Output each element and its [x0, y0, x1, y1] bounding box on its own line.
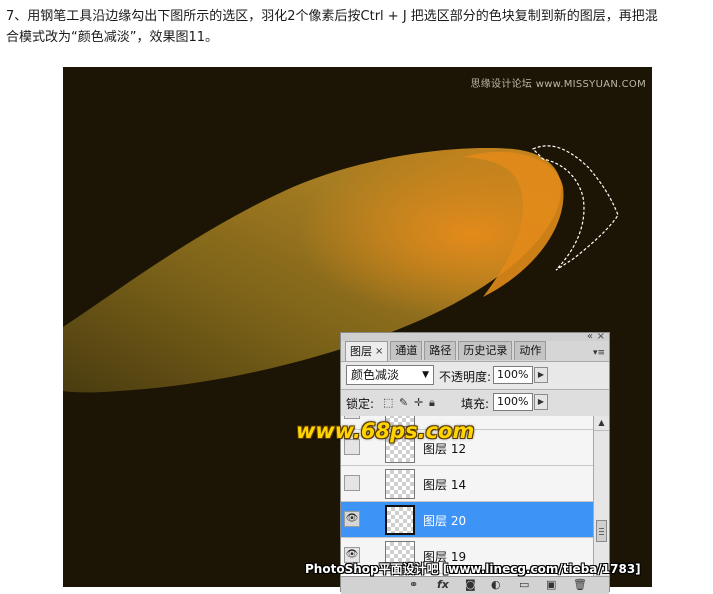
tab-layers[interactable]: 图层 × — [345, 341, 389, 361]
panel-bottom-toolbar: ⚭ fx ◙ ◐ ▭ ▣ 🗑︎ — [341, 576, 609, 594]
watermark-top-right: 思缘设计论坛 www.MISSYUAN.COM — [470, 79, 646, 90]
lock-fill-row: 锁定: ⬚ ✎ ✛ 🔒︎ 填充: 100% ▶ — [341, 389, 609, 417]
layer-thumbnail — [385, 469, 415, 499]
blend-opacity-row: 颜色减淡 ▼ 不透明度: 100% ▶ — [341, 361, 609, 390]
instruction-line-2: 合模式改为“颜色减淡”，效果图11。 — [6, 30, 219, 45]
fill-label: 填充: — [461, 397, 490, 411]
layer-name: 图层 14 — [423, 478, 467, 492]
opacity-slider-button[interactable]: ▶ — [534, 367, 548, 383]
tab-actions-label: 动作 — [519, 344, 542, 357]
lock-position-icon[interactable]: ✛ — [414, 396, 423, 409]
watermark-68ps: www.68ps.com — [296, 419, 475, 443]
opacity-input[interactable]: 100% — [493, 366, 533, 384]
new-layer-icon[interactable]: ▣ — [546, 578, 556, 591]
panel-tabs: 图层 × 通道 路径 历史记录 动作 — [345, 341, 548, 361]
blend-mode-select[interactable]: 颜色减淡 ▼ — [346, 365, 434, 385]
link-icon[interactable]: ⚭ — [409, 578, 418, 591]
adjustment-icon[interactable]: ◐ — [491, 578, 501, 591]
tab-history-label: 历史记录 — [463, 344, 508, 357]
delete-icon[interactable]: 🗑︎ — [573, 578, 587, 591]
scrollbar-thumb[interactable] — [596, 520, 607, 542]
tab-paths[interactable]: 路径 — [424, 341, 457, 360]
layer-row-selected[interactable]: 👁︎ 图层 20 — [341, 502, 595, 538]
collapse-icon[interactable]: « — [587, 331, 593, 342]
fill-input[interactable]: 100% — [493, 393, 533, 411]
layer-thumbnail — [385, 505, 415, 535]
mask-icon[interactable]: ◙ — [465, 578, 476, 591]
fx-icon[interactable]: fx — [437, 578, 449, 591]
tab-channels-label: 通道 — [395, 344, 418, 357]
layers-panel: « × 图层 × 通道 路径 历史记录 动作 ▾≡ 颜色减淡 ▼ 不透明度: 1… — [340, 331, 610, 594]
tab-layers-label: 图层 — [350, 344, 372, 358]
visibility-toggle[interactable] — [344, 475, 360, 491]
lock-transparency-icon[interactable]: ⬚ — [383, 396, 393, 409]
tab-paths-label: 路径 — [429, 344, 452, 357]
tab-channels[interactable]: 通道 — [390, 341, 423, 360]
scroll-up-icon[interactable]: ▲ — [594, 416, 609, 431]
watermark-bottom: PhotoShop平面设计吧 [www.linecg.com/tieba/178… — [305, 562, 641, 576]
dropdown-arrow-icon: ▼ — [422, 370, 429, 380]
tab-actions[interactable]: 动作 — [514, 341, 547, 360]
panel-title-bar: « × — [341, 331, 609, 342]
group-icon[interactable]: ▭ — [519, 578, 529, 591]
layer-row[interactable]: 图层 14 — [341, 466, 595, 502]
tab-history[interactable]: 历史记录 — [458, 341, 513, 360]
layers-scrollbar[interactable]: ▲ — [593, 416, 609, 576]
lock-pixels-icon[interactable]: ✎ — [399, 396, 408, 409]
blend-mode-value: 颜色减淡 — [351, 368, 400, 382]
panel-menu-icon[interactable]: ▾≡ — [593, 348, 605, 358]
opacity-label: 不透明度: — [439, 370, 492, 384]
fill-slider-button[interactable]: ▶ — [534, 394, 548, 410]
close-panel-icon[interactable]: × — [597, 331, 605, 342]
layer-name: 图层 20 — [423, 514, 467, 528]
instruction-line-1: 7、用钢笔工具沿边缘勾出下图所示的选区，羽化2个像素后按Ctrl + J 把选区… — [6, 9, 658, 24]
lock-all-icon[interactable]: 🔒︎ — [429, 396, 435, 410]
eye-icon[interactable]: 👁︎ — [344, 511, 360, 527]
close-tab-icon[interactable]: × — [375, 343, 383, 361]
lock-label: 锁定: — [346, 397, 375, 411]
instruction-text: 7、用钢笔工具沿边缘勾出下图所示的选区，羽化2个像素后按Ctrl + J 把选区… — [6, 6, 706, 48]
